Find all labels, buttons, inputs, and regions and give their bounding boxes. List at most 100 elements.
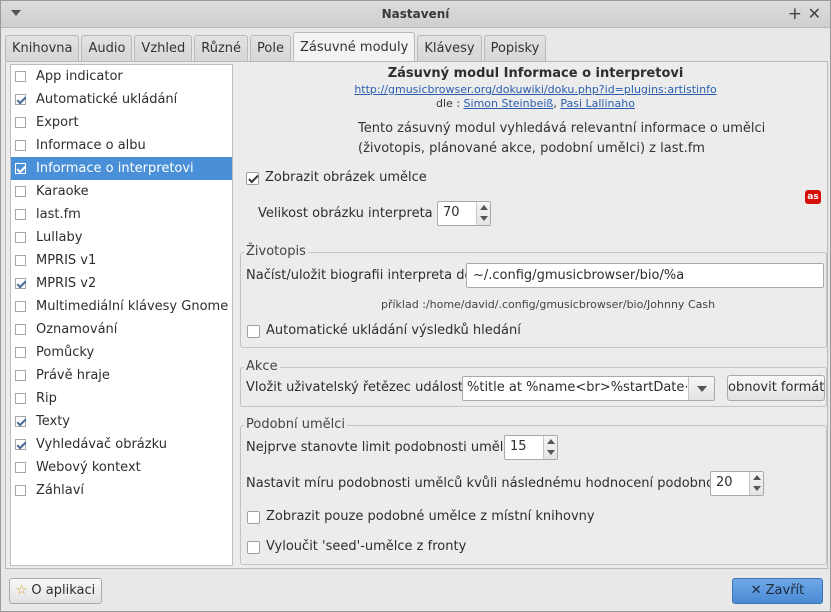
plugin-list-item[interactable]: Oznamování: [11, 318, 232, 341]
tab-misc[interactable]: Různé: [194, 35, 248, 62]
similar-rating-value: 20: [716, 475, 733, 490]
plugin-list-item[interactable]: MPRIS v1: [11, 249, 232, 272]
plugin-enable-checkbox[interactable]: [15, 186, 26, 197]
plugin-description: Tento zásuvný modul vyhledává relevantní…: [358, 121, 766, 156]
plugin-list-item-label: Texty: [36, 414, 70, 429]
similar-limit-value: 15: [510, 439, 527, 454]
plugin-list-item[interactable]: Záhlaví: [11, 479, 232, 502]
plugin-enable-checkbox[interactable]: [15, 462, 26, 473]
picture-size-arrows[interactable]: [476, 202, 490, 225]
plugin-enable-checkbox[interactable]: [15, 485, 26, 496]
window-title: Nastavení: [381, 7, 450, 21]
plugin-enable-checkbox[interactable]: [15, 324, 26, 335]
window-close-icon[interactable]: ✕: [808, 4, 821, 24]
spin-up-icon[interactable]: [547, 439, 555, 444]
similar-section-label: Podobní umělci: [244, 417, 348, 433]
event-string-value[interactable]: %title at %name<br>%startDate<br>: [467, 380, 687, 395]
spin-down-icon[interactable]: [753, 486, 761, 491]
plugin-list-item[interactable]: Vyhledávač obrázku: [11, 433, 232, 456]
star-icon: ☆: [15, 583, 28, 598]
spin-down-icon[interactable]: [547, 450, 555, 455]
bio-autosave-checkbox[interactable]: Automatické ukládání výsledků hledání: [247, 322, 521, 340]
plugin-url-link[interactable]: http://gmusicbrowser.org/dokuwiki/doku.p…: [238, 83, 831, 96]
event-string-dropdown[interactable]: [688, 377, 714, 400]
plugin-enable-checkbox[interactable]: [15, 209, 26, 220]
plugin-list-item[interactable]: Informace o albu: [11, 134, 232, 157]
plugin-list-item[interactable]: Právě hraje: [11, 364, 232, 387]
plugin-list-item[interactable]: Multimediální klávesy Gnome: [11, 295, 232, 318]
exclude-seed-checkbox[interactable]: Vyloučit 'seed'-umělce z fronty: [247, 538, 466, 556]
plugin-list-item-label: MPRIS v2: [36, 276, 97, 291]
author-link-2[interactable]: Pasi Lallinaho: [560, 97, 635, 110]
lastfm-icon[interactable]: as: [805, 190, 821, 204]
bio-path-input[interactable]: ~/.config/gmusicbrowser/bio/%a: [466, 263, 824, 288]
similar-local-only-label: Zobrazit pouze podobné umělce z místní k…: [266, 509, 595, 524]
plugin-enable-checkbox[interactable]: [15, 232, 26, 243]
show-picture-checkbox[interactable]: Zobrazit obrázek umělce: [246, 169, 427, 187]
tab-audio[interactable]: Audio: [81, 35, 133, 62]
about-button[interactable]: ☆ O aplikaci: [9, 578, 102, 604]
plugin-enable-checkbox[interactable]: [15, 255, 26, 266]
maximize-icon[interactable]: +: [788, 4, 802, 24]
settings-window: Nastavení + ✕ Knihovna Audio Vzhled Různ…: [0, 0, 831, 612]
plugin-list-item[interactable]: MPRIS v2: [11, 272, 232, 295]
similar-local-only-checkbox[interactable]: Zobrazit pouze podobné umělce z místní k…: [247, 508, 595, 526]
tab-plugins[interactable]: Zásuvné moduly: [292, 32, 416, 63]
plugin-title: Zásuvný modul Informace o interpretovi: [387, 66, 684, 81]
plugin-enable-checkbox[interactable]: [15, 439, 26, 450]
plugin-enable-checkbox[interactable]: [15, 163, 26, 174]
similar-rating-spinner[interactable]: 20: [710, 471, 764, 496]
plugin-list-item-label: last.fm: [36, 207, 81, 222]
plugin-list-item[interactable]: Lullaby: [11, 226, 232, 249]
plugin-list-item-label: Lullaby: [36, 230, 83, 245]
tab-appearance[interactable]: Vzhled: [134, 35, 193, 62]
plugin-enable-checkbox[interactable]: [15, 393, 26, 404]
bio-path-label: Načíst/uložit biografii interpreta do:: [246, 268, 477, 283]
similar-limit-arrows[interactable]: [543, 436, 557, 459]
similar-limit-spinner[interactable]: 15: [504, 435, 558, 460]
plugin-enable-checkbox[interactable]: [15, 71, 26, 82]
spin-down-icon[interactable]: [480, 216, 488, 221]
plugin-enable-checkbox[interactable]: [15, 278, 26, 289]
plugin-list-item[interactable]: Rip: [11, 387, 232, 410]
plugin-list-item[interactable]: Karaoke: [11, 180, 232, 203]
plugin-enable-checkbox[interactable]: [15, 140, 26, 151]
plugin-enable-checkbox[interactable]: [15, 370, 26, 381]
similar-local-only-check-icon: [247, 511, 260, 524]
spin-up-icon[interactable]: [753, 475, 761, 480]
plugin-enable-checkbox[interactable]: [15, 301, 26, 312]
plugin-list-item[interactable]: App indicator: [11, 65, 232, 88]
plugin-list-item-label: Informace o albu: [36, 138, 146, 153]
bio-example-hint: příklad :/home/david/.config/gmusicbrows…: [381, 298, 716, 311]
tab-keys[interactable]: Klávesy: [417, 35, 482, 62]
plugin-list-item-label: Automatické ukládání: [36, 92, 178, 107]
plugin-enable-checkbox[interactable]: [15, 94, 26, 105]
plugin-list-item[interactable]: Informace o interpretovi: [11, 157, 232, 180]
tab-labels[interactable]: Popisky: [483, 35, 547, 62]
bio-section-label: Životopis: [244, 244, 308, 260]
plugin-list-item-label: Multimediální klávesy Gnome: [36, 299, 229, 314]
similar-rating-arrows[interactable]: [749, 472, 763, 495]
event-string-combo[interactable]: %title at %name<br>%startDate<br>: [462, 376, 715, 401]
tab-library[interactable]: Knihovna: [5, 35, 80, 62]
exclude-seed-check-icon: [247, 541, 260, 554]
plugin-list-item[interactable]: Texty: [11, 410, 232, 433]
reset-format-button[interactable]: obnovit formát: [727, 375, 825, 401]
picture-size-spinner[interactable]: 70: [437, 201, 491, 226]
tab-fields[interactable]: Pole: [250, 35, 291, 62]
plugin-list-item[interactable]: Pomůcky: [11, 341, 232, 364]
events-section-label: Akce: [244, 359, 280, 375]
plugin-list-item[interactable]: last.fm: [11, 203, 232, 226]
close-icon: ✕: [750, 583, 762, 598]
close-button[interactable]: ✕ Zavřít: [732, 578, 823, 604]
plugin-enable-checkbox[interactable]: [15, 416, 26, 427]
plugin-list-item[interactable]: Automatické ukládání: [11, 88, 232, 111]
plugin-enable-checkbox[interactable]: [15, 117, 26, 128]
author-link-1[interactable]: Simon Steinbeiß: [464, 97, 554, 110]
plugin-list-item[interactable]: Webový kontext: [11, 456, 232, 479]
plugin-enable-checkbox[interactable]: [15, 347, 26, 358]
plugin-options: Zásuvný modul Informace o interpretovi h…: [238, 62, 827, 568]
plugin-list-item[interactable]: Export: [11, 111, 232, 134]
spin-up-icon[interactable]: [480, 205, 488, 210]
authors-prefix: dle :: [436, 97, 464, 110]
